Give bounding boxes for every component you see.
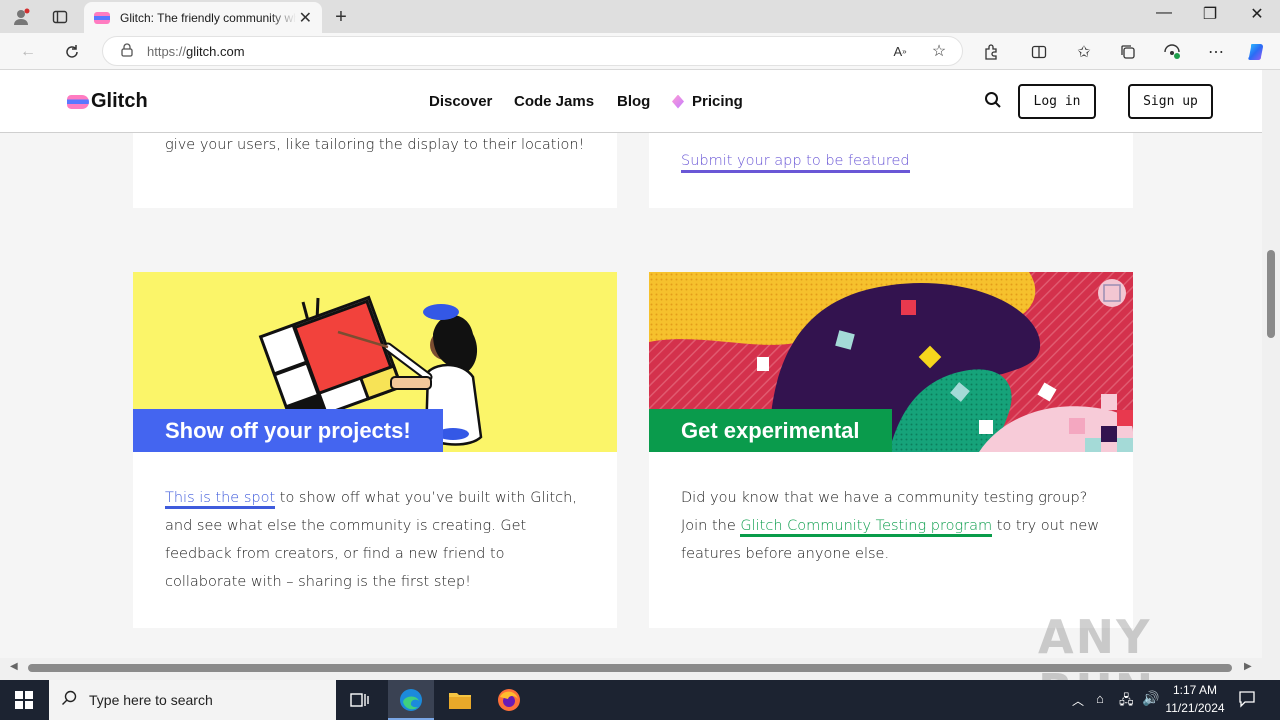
back-icon[interactable]: ← [17,41,39,63]
address-bar[interactable]: https://glitch.com A» ☆ [102,36,963,66]
submit-app-link[interactable]: Submit your app to be featured [681,153,910,173]
file-explorer-icon[interactable] [448,689,472,716]
edge-taskbar-icon[interactable] [388,680,434,720]
pricing-gem-icon [672,94,684,109]
vertical-scrollbar[interactable] [1262,70,1280,658]
nav-pricing[interactable]: Pricing [672,93,743,110]
login-button[interactable]: Log in [1018,84,1096,119]
projects-title: Show off your projects! [133,409,443,452]
clock-date[interactable]: 11/21/2024 [1160,701,1230,715]
taskbar-search-placeholder: Type here to search [89,692,213,708]
restore-icon[interactable]: ❐ [1190,4,1230,24]
copilot-icon[interactable] [1246,41,1268,63]
scroll-left-icon[interactable]: ◀ [10,661,18,672]
favorite-star-icon[interactable]: ☆ [928,40,950,62]
windows-start-icon[interactable] [15,691,33,714]
network-icon[interactable]: 🖧 [1119,691,1134,713]
nav-discover[interactable]: Discover [429,93,492,110]
projects-description: This is the spot to show off what you’ve… [165,490,577,590]
card-top-left-text: give your users, like tailoring the disp… [165,137,585,153]
extensions-icon[interactable] [980,41,1002,63]
page-viewport: give your users, like tailoring the disp… [0,70,1262,658]
experimental-banner: Get experimental [649,272,1133,452]
volume-icon[interactable]: 🔊 [1142,690,1159,707]
glitch-logo[interactable]: Glitch [67,90,148,113]
firefox-icon[interactable] [497,688,521,717]
new-tab-icon[interactable]: + [330,6,352,28]
collections-icon[interactable] [1117,41,1139,63]
glitch-favicon-icon [94,11,110,24]
profile-icon[interactable] [10,6,32,28]
browser-tab-active[interactable]: Glitch: The friendly community where eve… [84,2,322,33]
more-icon[interactable]: ⋯ [1205,41,1227,63]
search-icon [61,690,77,711]
nav-blog[interactable]: Blog [617,93,650,110]
tab-title: Glitch: The friendly community where eve… [120,10,296,25]
search-icon[interactable] [984,91,1004,111]
taskbar-search-box[interactable]: Type here to search [49,680,336,720]
tab-actions-icon[interactable] [49,6,71,28]
projects-banner: Show off your projects! [133,272,617,452]
clock-time[interactable]: 1:17 AM [1164,683,1226,697]
experimental-description: Did you know that we have a community te… [681,490,1100,562]
vertical-scroll-thumb[interactable] [1267,250,1275,338]
glitch-fish-icon [67,94,89,109]
favorites-icon[interactable]: ✩ [1073,41,1095,63]
windows-taskbar: Type here to search ︿ ⌂ 🖧 🔊 1:17 AM 11/2… [0,680,1280,720]
this-is-the-spot-link[interactable]: This is the spot [165,490,276,509]
site-header: Glitch Discover Code Jams Blog Pricing L… [0,70,1262,133]
read-aloud-icon[interactable]: A» [889,40,911,62]
browser-titlebar: Glitch: The friendly community where eve… [0,0,1280,33]
url-text: https://glitch.com [147,43,245,59]
card-show-projects: Show off your projects! This is the spot… [133,272,617,628]
experimental-title: Get experimental [649,409,892,452]
tray-chevron-icon[interactable]: ︿ [1072,692,1084,709]
close-icon[interactable]: ✕ [1237,4,1277,24]
community-testing-link[interactable]: Glitch Community Testing program [740,518,993,537]
performance-icon[interactable] [1161,41,1183,63]
task-view-icon[interactable] [350,691,370,714]
lock-icon[interactable] [121,42,133,60]
tab-close-icon[interactable]: ✕ [299,8,312,28]
tray-device-icon[interactable]: ⌂ [1096,691,1104,706]
signup-button[interactable]: Sign up [1128,84,1213,119]
refresh-icon[interactable] [61,41,83,63]
card-get-experimental: Get experimental Did you know that we ha… [649,272,1133,628]
split-screen-icon[interactable] [1028,41,1050,63]
minimize-icon[interactable]: — [1144,4,1184,22]
nav-code-jams[interactable]: Code Jams [514,93,594,110]
browser-toolbar: ← https://glitch.com A» ☆ ✩ ⋯ [0,33,1280,70]
notifications-icon[interactable] [1238,690,1256,713]
